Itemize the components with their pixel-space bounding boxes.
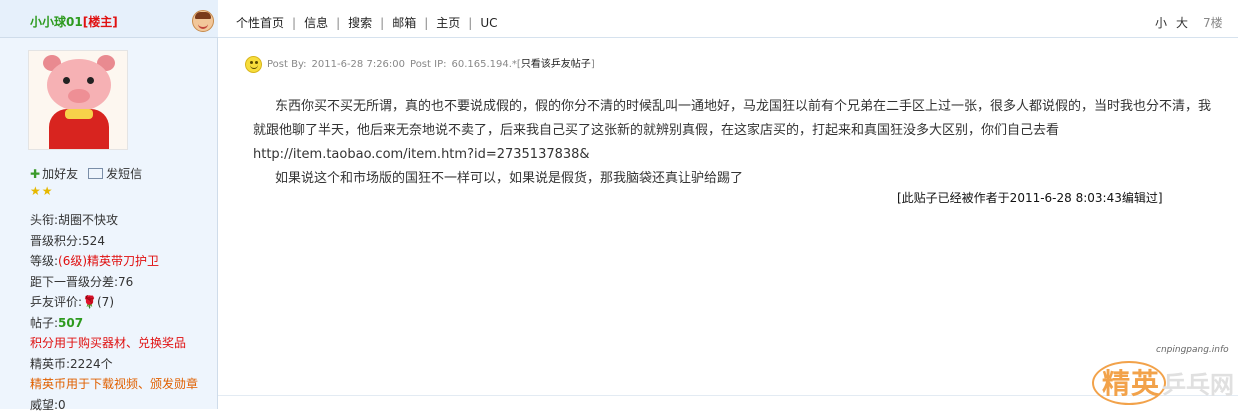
username[interactable]: 小小球01[楼主] xyxy=(30,13,118,30)
menu-mailbox[interactable]: 邮箱 xyxy=(392,16,416,30)
menu-homepage[interactable]: 主页 xyxy=(436,16,460,30)
user-face-icon xyxy=(192,10,214,32)
edited-note: [此贴子已经被作者于2011-6-28 8:03:43编辑过] xyxy=(897,189,1163,206)
floor-number: 7楼 xyxy=(1203,14,1223,31)
smiley-icon xyxy=(245,56,262,73)
font-small-button[interactable]: 小 xyxy=(1155,16,1167,30)
user-header: 小小球01[楼主] xyxy=(0,0,218,38)
info-title: 头衔:胡圈不快攻 xyxy=(30,210,198,231)
post-toolbar: 个性首页|信息|搜索|邮箱|主页|UC 小大 7楼 xyxy=(218,0,1238,38)
rank-stars: ★★ xyxy=(30,184,54,198)
user-actions: ✚加好友 发短信 xyxy=(30,165,142,182)
post-body: 东西你买不买无所谓，真的也不要说成假的，假的你分不清的时候乱叫一通地好，马龙国狂… xyxy=(253,95,1213,191)
only-author-link[interactable]: 只看该乒友帖子 xyxy=(521,59,591,70)
user-info: 头衔:胡圈不快攻 晋级积分:524 等级:(6级)精英带刀护卫 距下一晋级分差:… xyxy=(30,210,198,415)
user-menu: 个性首页|信息|搜索|邮箱|主页|UC xyxy=(236,14,497,31)
points-note-link[interactable]: 积分用于购买器材、兑换奖品 xyxy=(30,333,198,354)
info-prestige: 威望:0 xyxy=(30,395,198,415)
info-points: 晋级积分:524 xyxy=(30,231,198,252)
post-ip: 60.165.194.* xyxy=(451,59,516,70)
user-panel: 小小球01[楼主] ✚加好友 发短信 ★★ 头衔:胡圈不快攻 晋级积分:524 等… xyxy=(0,0,218,409)
post-date: 2011-6-28 7:26:00 xyxy=(312,59,405,70)
post-paragraph: 如果说这个和市场版的国狂不一样可以，如果说是假货，那我脑袋还真让驴给踢了 xyxy=(253,167,1213,191)
post-meta: Post By:2011-6-28 7:26:00Post IP:60.165.… xyxy=(245,55,595,73)
menu-info[interactable]: 信息 xyxy=(304,16,328,30)
add-friend-link[interactable]: 加好友 xyxy=(42,165,78,182)
send-message-link[interactable]: 发短信 xyxy=(106,165,142,182)
info-rating: 乒友评价:🌹(7) xyxy=(30,292,198,313)
menu-uc[interactable]: UC xyxy=(480,16,497,30)
avatar[interactable] xyxy=(28,50,128,150)
info-level: 等级:(6级)精英带刀护卫 xyxy=(30,251,198,272)
rose-icon: 🌹 xyxy=(82,295,97,309)
owner-tag: [楼主] xyxy=(83,15,118,29)
info-posts: 帖子:507 xyxy=(30,313,198,334)
coins-note-link[interactable]: 精英币用于下载视频、颁发勋章 xyxy=(30,374,198,395)
info-next-level: 距下一晋级分差:76 xyxy=(30,272,198,293)
font-size-controls: 小大 xyxy=(1155,14,1197,31)
watermark-logo: 精英 乒乓网 xyxy=(1092,355,1238,409)
info-coins: 精英币:2224个 xyxy=(30,354,198,375)
plus-icon: ✚ xyxy=(30,167,40,181)
divider xyxy=(218,395,1238,396)
menu-profile-home[interactable]: 个性首页 xyxy=(236,16,284,30)
watermark-domain: cnpingpang.info xyxy=(1156,345,1229,355)
post-paragraph: 东西你买不买无所谓，真的也不要说成假的，假的你分不清的时候乱叫一通地好，马龙国狂… xyxy=(253,95,1213,167)
font-large-button[interactable]: 大 xyxy=(1176,16,1188,30)
menu-search[interactable]: 搜索 xyxy=(348,16,372,30)
mail-icon xyxy=(88,168,103,179)
